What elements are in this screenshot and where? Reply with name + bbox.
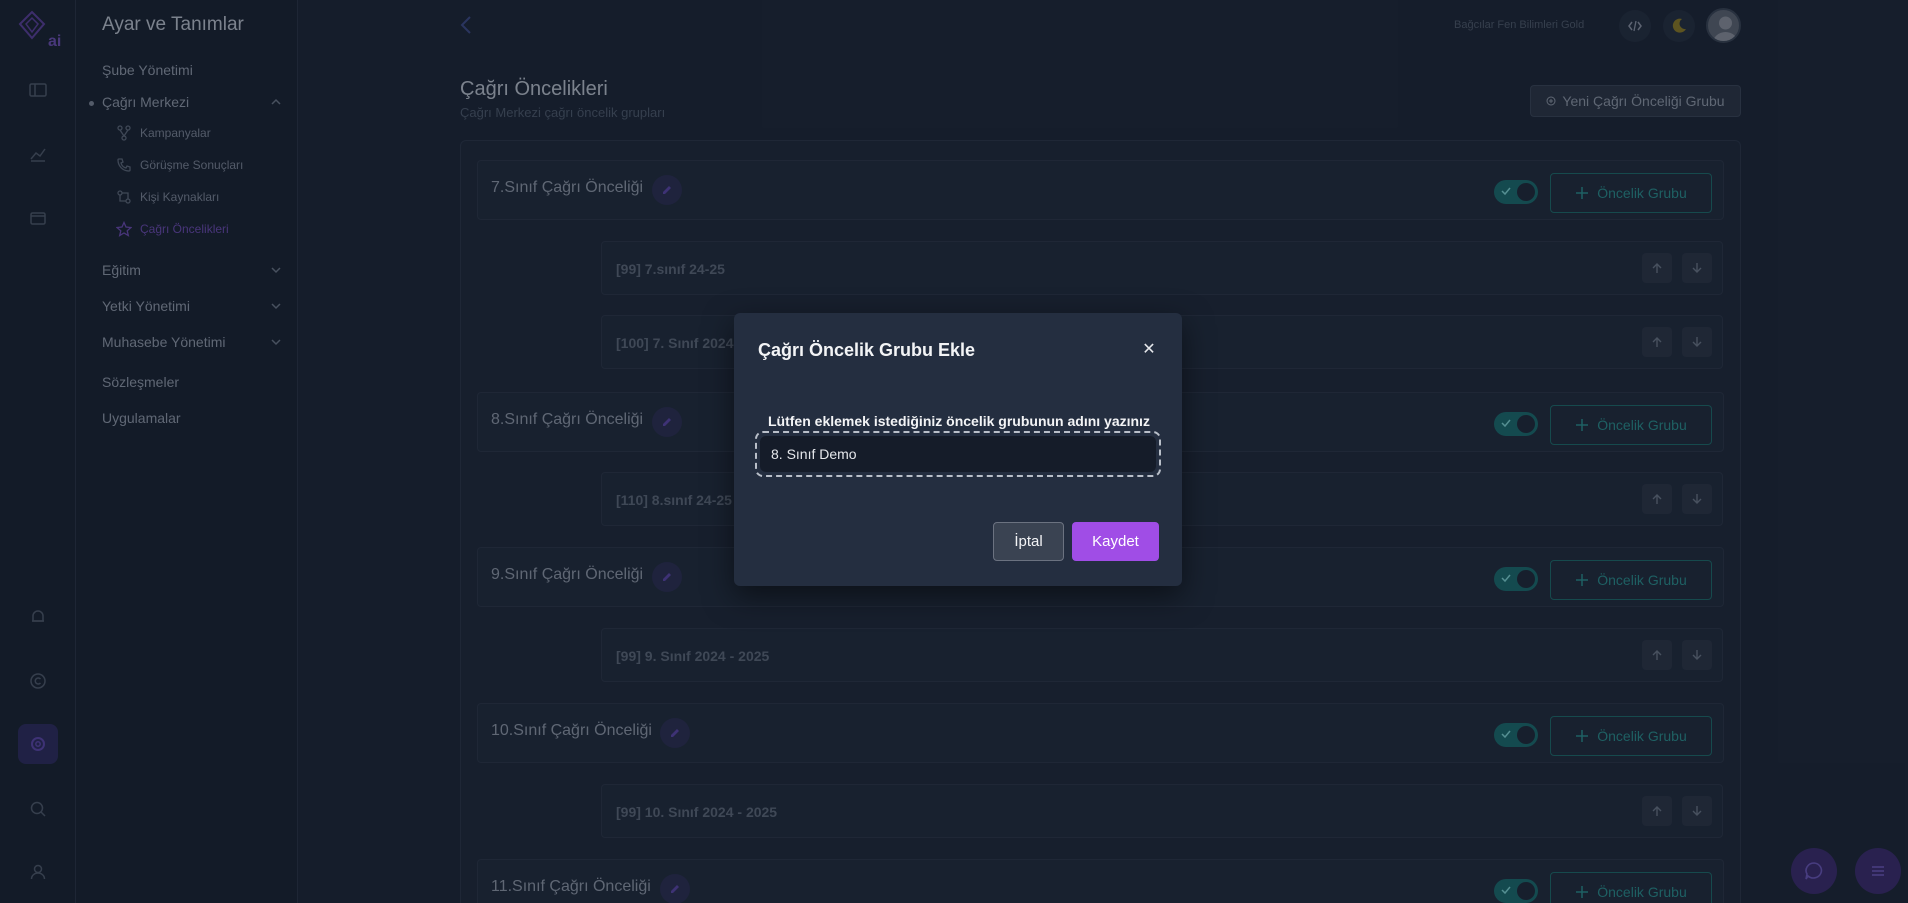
input-focus-ring	[755, 431, 1161, 477]
close-icon[interactable]: ✕	[1138, 338, 1160, 360]
group-name-input[interactable]	[760, 436, 1156, 472]
group-name-label: Lütfen eklemek istediğiniz öncelik grubu…	[768, 413, 1150, 429]
add-priority-group-modal: Çağrı Öncelik Grubu Ekle ✕ Lütfen ekleme…	[734, 313, 1182, 586]
save-button[interactable]: Kaydet	[1072, 522, 1159, 561]
modal-title: Çağrı Öncelik Grubu Ekle	[758, 340, 976, 360]
cancel-button[interactable]: İptal	[993, 522, 1064, 561]
